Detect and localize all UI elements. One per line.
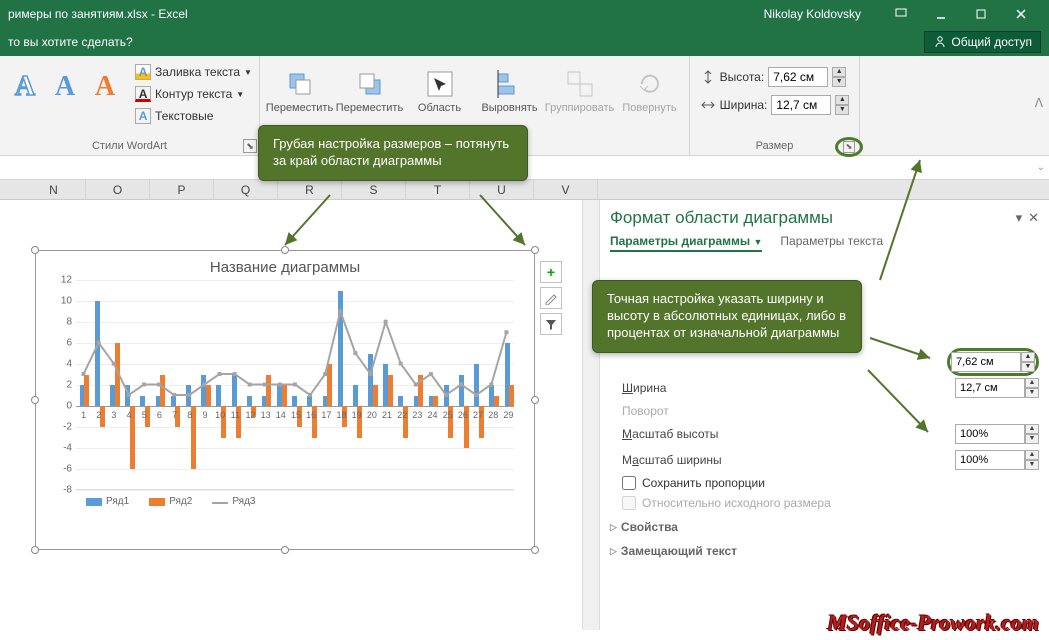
pane-scale-w-spinner[interactable]: ▲▼ [1025,450,1039,470]
wordart-style-orange[interactable]: A [87,62,123,112]
tellme-bar: то вы хотите сделать? Общий доступ [0,28,1049,56]
text-outline-button[interactable]: AКонтур текста ▼ [135,84,252,104]
pane-height-input[interactable] [951,352,1021,372]
group-label-size: Размер [756,137,794,155]
chart-filter-button[interactable] [540,313,562,335]
send-backward-button[interactable]: Переместить [340,68,400,114]
pane-section-properties[interactable]: ▷Свойства [610,520,1039,534]
tab-chart-options[interactable]: Параметры диаграммы ▼ [610,234,762,252]
chart-legend[interactable]: Ряд1 Ряд2 Ряд3 [36,490,534,507]
user-name: Nikolay Koldovsky [764,7,861,21]
pane-scale-w-input[interactable] [955,450,1025,470]
selection-pane-button[interactable]: Область [410,68,470,114]
resize-handle[interactable] [31,396,39,404]
height-label: Высота: [720,70,765,84]
chart-add-element-button[interactable]: + [540,261,562,283]
vertical-scrollbar[interactable] [582,200,600,630]
chart-title[interactable]: Название диаграммы [36,251,534,280]
wordart-style-blue[interactable]: A [47,62,83,112]
title-bar: римеры по занятиям.xlsx - Excel Nikolay … [0,0,1049,28]
format-pane: Формат области диаграммы ▾ ✕ Параметры д… [600,200,1049,630]
resize-handle[interactable] [531,246,539,254]
chart-object[interactable]: Название диаграммы -8-6-4-20246810121234… [35,250,535,550]
height-spinner[interactable]: ▲▼ [832,67,846,87]
resize-handle[interactable] [281,546,289,554]
formula-collapse-icon[interactable]: ⌄ [1037,162,1045,173]
tellme-text[interactable]: то вы хотите сделать? [8,35,133,49]
callout-rough: Грубая настройка размеров – потянуть за … [258,125,528,181]
text-fill-button[interactable]: AЗаливка текста ▼ [135,62,252,82]
pane-tabs: Параметры диаграммы ▼ Параметры текста [610,234,1039,252]
chart-plot-area[interactable]: -8-6-4-202468101212345678910111213141516… [76,280,514,490]
resize-handle[interactable] [31,246,39,254]
tab-text-options[interactable]: Параметры текста [780,234,883,252]
ribbon-group-size: Высота: ▲▼ Ширина: ▲▼ Размер ⬊ [690,56,860,155]
pane-scale-h-spinner[interactable]: ▲▼ [1025,424,1039,444]
column-headers[interactable]: N O P Q R S T U V [0,180,1049,200]
col-header[interactable]: V [534,180,598,199]
worksheet-area[interactable]: Название диаграммы -8-6-4-20246810121234… [0,200,582,630]
pane-close-icon[interactable]: ✕ [1028,210,1039,226]
callout-precise: Точная настройка указать ширину и высоту… [592,280,862,353]
lock-ratio-checkbox[interactable] [622,476,636,490]
minimize-icon[interactable] [921,0,961,28]
pane-section-alttext[interactable]: ▷Замещающий текст [610,544,1039,558]
app-title: римеры по занятиям.xlsx - Excel [8,7,188,21]
col-header[interactable]: T [406,180,470,199]
ribbon-group-wordart: A A A AЗаливка текста ▼ AКонтур текста ▼… [0,56,260,155]
width-input[interactable] [771,95,831,115]
rotate-label: Поворот [622,404,1039,418]
bring-forward-button[interactable]: Переместить [270,68,330,114]
pane-width-input[interactable] [955,378,1025,398]
col-header[interactable]: O [86,180,150,199]
ribbon-options-icon[interactable] [881,0,921,28]
group-button: Группировать [550,68,610,114]
maximize-icon[interactable] [961,0,1001,28]
rotate-button: Повернуть [620,68,680,114]
col-header[interactable]: U [470,180,534,199]
width-label: Ширина: [720,98,768,112]
resize-handle[interactable] [31,546,39,554]
ribbon-collapse-icon[interactable]: ᐱ [1035,96,1043,110]
height-input[interactable] [768,67,828,87]
close-icon[interactable] [1001,0,1041,28]
share-button[interactable]: Общий доступ [924,31,1041,53]
align-button[interactable]: Выровнять [480,68,540,114]
width-spinner[interactable]: ▲▼ [835,95,849,115]
pane-dropdown-icon[interactable]: ▾ [1016,210,1023,226]
resize-handle[interactable] [531,546,539,554]
width-icon [700,97,716,113]
wordart-style-outline[interactable]: A [7,62,43,112]
pane-scale-h-input[interactable] [955,424,1025,444]
pane-width-spinner[interactable]: ▲▼ [1025,378,1039,398]
col-header[interactable]: Q [214,180,278,199]
resize-handle[interactable] [531,396,539,404]
wordart-launcher-icon[interactable]: ⬊ [243,139,257,153]
text-effects-button[interactable]: AТекстовые [135,106,252,126]
height-icon [700,69,716,85]
watermark: MSoffice-Prowork.com [827,610,1039,636]
resize-handle[interactable] [281,246,289,254]
relative-checkbox [622,496,636,510]
col-header[interactable]: R [278,180,342,199]
pane-title: Формат области диаграммы ▾ ✕ [610,208,1039,228]
col-header[interactable]: P [150,180,214,199]
size-launcher-circled[interactable]: ⬊ [835,137,863,157]
group-label-wordart: Стили WordArt [92,137,167,155]
col-header[interactable]: S [342,180,406,199]
chart-styles-button[interactable] [540,287,562,309]
col-header[interactable]: N [22,180,86,199]
pane-height-circled: ▲▼ [947,348,1039,376]
